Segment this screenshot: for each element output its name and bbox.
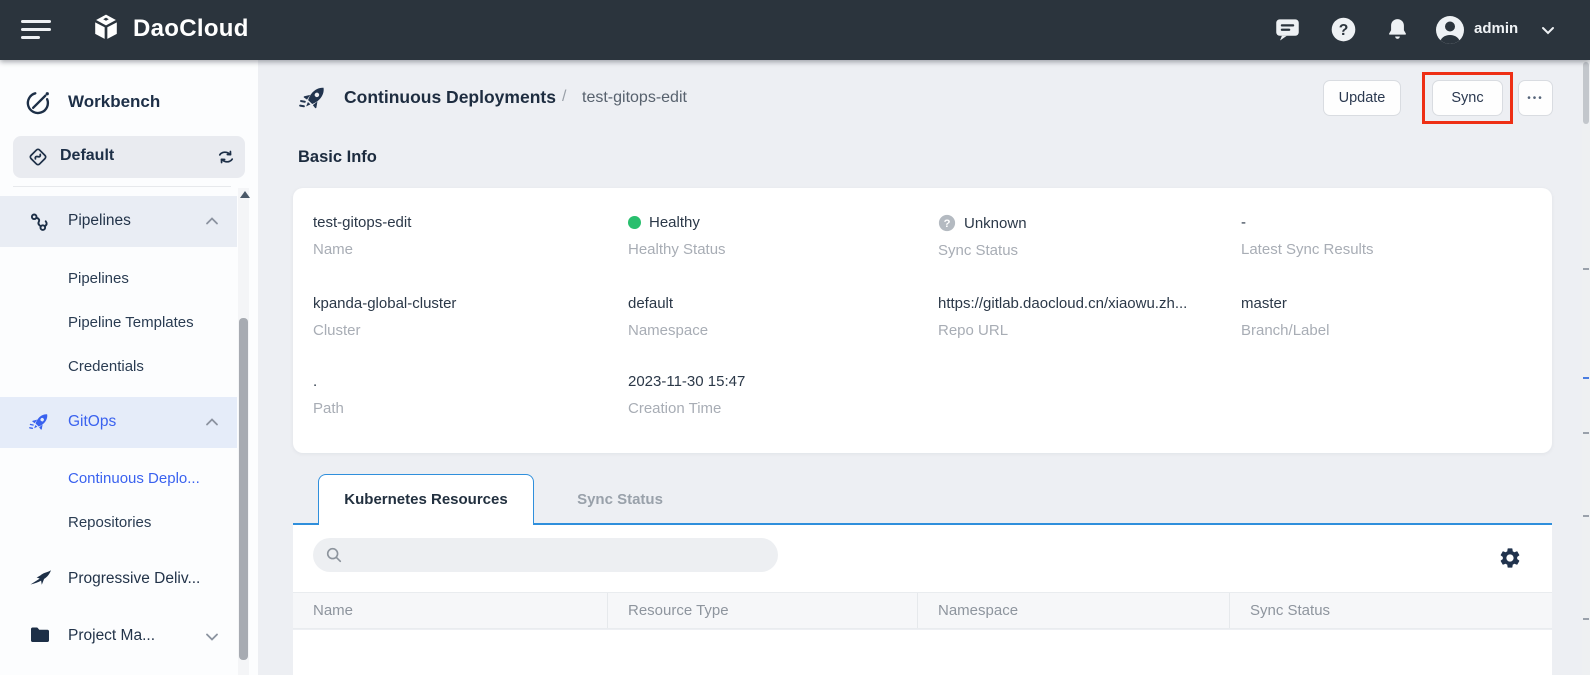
more-actions-button[interactable]: •••: [1518, 80, 1553, 116]
project-management-label: Project Ma...: [68, 627, 155, 645]
progressive-delivery-bird-icon: [28, 566, 52, 590]
field-sync-status: ? Unknown Sync Status: [938, 214, 1027, 259]
column-header-resource-type: Resource Type: [608, 593, 918, 628]
gitops-group-label: GitOps: [68, 413, 116, 431]
switch-workspace-icon[interactable]: [216, 147, 236, 167]
app-window: DaoCloud ? admin: [0, 0, 1590, 675]
hamburger-menu-icon[interactable]: [21, 20, 51, 40]
sidebar-item-project-management[interactable]: Project Ma...: [0, 615, 237, 659]
breadcrumb-separator: /: [562, 88, 566, 106]
gitops-rocket-icon: [28, 410, 52, 434]
basic-info-card: test-gitops-edit Name Healthy Healthy St…: [293, 188, 1552, 453]
table-header: Name Resource Type Namespace Sync Status: [293, 592, 1552, 629]
field-path: . Path: [313, 373, 344, 417]
svg-text:?: ?: [944, 218, 951, 230]
tab-kubernetes-resources[interactable]: Kubernetes Resources: [318, 474, 534, 525]
field-creation-time: 2023-11-30 15:47 Creation Time: [628, 373, 745, 417]
sidebar-group-gitops[interactable]: GitOps: [0, 397, 237, 448]
scrollbar-mark: [1583, 268, 1589, 270]
brand: DaoCloud: [88, 11, 249, 47]
sidebar-divider: [13, 186, 231, 187]
healthy-status-dot-icon: [628, 216, 641, 229]
chevron-up-icon[interactable]: [205, 217, 219, 225]
unknown-question-icon: ?: [938, 214, 956, 232]
sidebar-item-pipeline-templates[interactable]: Pipeline Templates: [68, 314, 194, 344]
sidebar-item-repositories[interactable]: Repositories: [68, 514, 151, 544]
search-input[interactable]: [351, 547, 766, 563]
breadcrumb-current: test-gitops-edit: [582, 89, 687, 107]
basic-info-title: Basic Info: [298, 148, 377, 167]
search-icon: [325, 546, 343, 564]
sidebar-item-pipelines[interactable]: Pipelines: [68, 270, 129, 300]
column-header-sync-status: Sync Status: [1230, 593, 1552, 628]
message-icon[interactable]: [1274, 16, 1301, 43]
field-namespace: default Namespace: [628, 295, 708, 339]
project-folder-icon: [28, 623, 52, 647]
user-chevron-down-icon[interactable]: [1541, 26, 1555, 35]
avatar[interactable]: [1434, 14, 1466, 46]
field-branch-label: master Branch/Label: [1241, 295, 1329, 339]
sidebar-item-progressive-delivery[interactable]: Progressive Deliv...: [0, 558, 237, 602]
sidebar-item-credentials[interactable]: Credentials: [68, 358, 144, 388]
progressive-delivery-label: Progressive Deliv...: [68, 570, 200, 588]
scrollbar-mark: [1583, 432, 1589, 434]
daocloud-logo-icon: [88, 11, 124, 47]
search-bar[interactable]: [313, 538, 778, 572]
field-repo-url: https://gitlab.daocloud.cn/xiaowu.zh... …: [938, 295, 1187, 339]
tab-sync-status[interactable]: Sync Status: [540, 474, 700, 525]
scrollbar-mark: [1583, 515, 1589, 517]
workspace-diamond-icon: [27, 146, 49, 168]
workspace-selector[interactable]: Default: [13, 136, 245, 178]
field-healthy-status: Healthy Healthy Status: [628, 214, 726, 258]
column-header-name: Name: [293, 593, 608, 628]
chevron-down-icon[interactable]: [205, 633, 219, 641]
field-name: test-gitops-edit Name: [313, 214, 411, 258]
page-scrollbar-thumb[interactable]: [1583, 62, 1589, 124]
page-scrollbar-track[interactable]: [1582, 60, 1590, 675]
username[interactable]: admin: [1474, 20, 1518, 37]
table-settings-gear-icon[interactable]: [1498, 546, 1522, 570]
svg-text:?: ?: [1339, 22, 1349, 39]
scrollbar-mark: [1583, 377, 1589, 379]
column-header-namespace: Namespace: [918, 593, 1230, 628]
table-body-empty: [293, 630, 1552, 675]
field-latest-sync-results: - Latest Sync Results: [1241, 214, 1374, 258]
resources-panel: [293, 525, 1552, 592]
sidebar-group-pipelines[interactable]: Pipelines: [0, 196, 237, 247]
workbench-icon: [24, 89, 52, 117]
sidebar: Workbench Default: [0, 60, 258, 675]
chevron-up-icon[interactable]: [205, 418, 219, 426]
brand-name: DaoCloud: [133, 15, 249, 43]
sidebar-scrollbar-thumb[interactable]: [239, 318, 248, 660]
help-icon[interactable]: ?: [1330, 16, 1357, 43]
breadcrumb-rocket-icon: [298, 82, 330, 114]
sidebar-scrollbar-up-arrow-icon[interactable]: [240, 191, 250, 198]
breadcrumb-root[interactable]: Continuous Deployments: [344, 87, 556, 108]
topbar: DaoCloud ? admin: [0, 0, 1590, 60]
sidebar-item-workbench[interactable]: Workbench: [0, 84, 258, 124]
sidebar-item-continuous-deployments[interactable]: Continuous Deplo...: [68, 470, 200, 500]
pipelines-icon: [28, 210, 52, 234]
update-button[interactable]: Update: [1323, 80, 1401, 116]
scrollbar-mark: [1583, 618, 1589, 620]
pipelines-group-label: Pipelines: [68, 212, 131, 230]
sync-button[interactable]: Sync: [1432, 80, 1503, 116]
workbench-label: Workbench: [68, 92, 160, 112]
field-cluster: kpanda-global-cluster Cluster: [313, 295, 456, 339]
workspace-name: Default: [60, 147, 114, 165]
notification-bell-icon[interactable]: [1384, 16, 1411, 43]
